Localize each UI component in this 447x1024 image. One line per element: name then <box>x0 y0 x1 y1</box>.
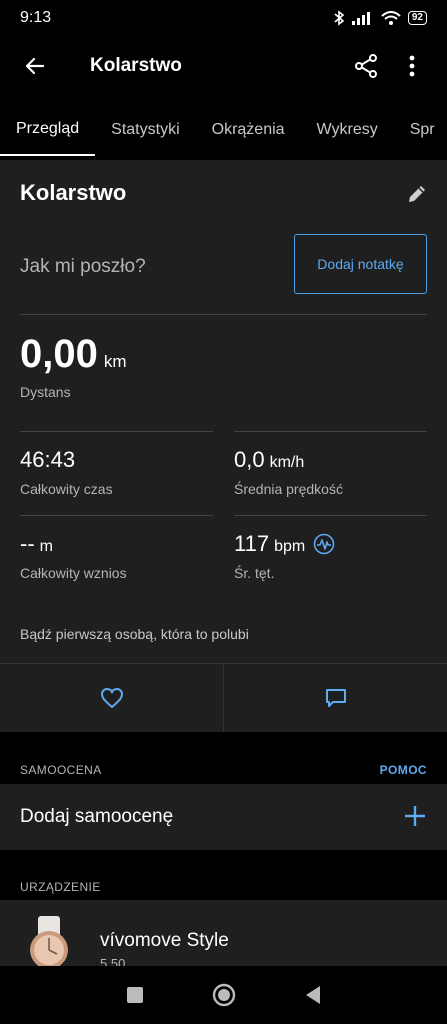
watch-icon <box>30 916 68 966</box>
stat-label: Śr. tęt. <box>234 565 275 581</box>
feeling-question: Jak mi poszło? <box>20 256 146 277</box>
add-note-button[interactable]: Dodaj notatkę <box>294 234 427 294</box>
distance-number: 0,00 <box>20 332 98 376</box>
bluetooth-icon <box>334 10 345 26</box>
stat-label: Całkowity czas <box>20 481 113 497</box>
social-action-row <box>0 663 447 732</box>
circle-icon <box>212 983 235 1007</box>
add-self-eval-label: Dodaj samoocenę <box>20 806 174 827</box>
tab-more[interactable]: Spr <box>394 104 447 156</box>
share-icon <box>355 54 377 78</box>
help-link[interactable]: POMOC <box>380 763 427 777</box>
device-section-label: URZĄDZENIE <box>20 880 101 894</box>
divider <box>234 515 427 516</box>
signal-icon <box>351 12 370 25</box>
tab-bar: Przegląd Statystyki Okrążenia Wykresy Sp… <box>0 104 447 160</box>
stat-value: 117 <box>234 531 270 556</box>
device-name: vívomove Style <box>100 930 229 951</box>
plus-icon[interactable] <box>403 804 427 828</box>
recents-button[interactable] <box>120 980 150 1010</box>
tab-stats[interactable]: Statystyki <box>95 104 195 156</box>
heart-icon <box>100 687 123 709</box>
stat-total-time: 46:43 Całkowity czas <box>20 447 113 497</box>
distance-value: 0,00 km <box>20 332 127 377</box>
arrow-left-icon <box>25 57 45 75</box>
activity-name: Kolarstwo <box>20 180 127 205</box>
back-button[interactable] <box>12 43 58 89</box>
divider <box>20 431 213 432</box>
more-options-button[interactable] <box>389 43 435 89</box>
home-button[interactable] <box>209 980 239 1010</box>
activity-summary-card: Kolarstwo Jak mi poszło? Dodaj notatkę 0… <box>0 160 447 732</box>
heart-rate-icon[interactable] <box>313 533 335 555</box>
add-self-eval-row[interactable]: Dodaj samoocenę <box>0 784 447 850</box>
stat-value: -- <box>20 531 35 556</box>
app-bar: Kolarstwo <box>0 36 447 96</box>
stat-avg-speed: 0,0 km/h Średnia prędkość <box>234 447 343 497</box>
distance-label: Dystans <box>20 384 71 400</box>
stat-avg-heart-rate: 117 bpm Śr. tęt. <box>234 531 335 581</box>
stat-unit: m <box>39 538 53 555</box>
device-row[interactable]: vívomove Style 5.50 <box>0 900 447 966</box>
stat-unit: bpm <box>274 538 306 555</box>
device-version: 5.50 <box>100 956 126 966</box>
share-button[interactable] <box>343 43 389 89</box>
stat-label: Średnia prędkość <box>234 481 343 497</box>
stat-unit: km/h <box>269 454 305 471</box>
tab-charts[interactable]: Wykresy <box>301 104 394 156</box>
page-title: Kolarstwo <box>90 55 182 76</box>
wifi-icon <box>381 11 401 25</box>
divider <box>20 515 213 516</box>
status-time: 9:13 <box>20 9 52 26</box>
battery-indicator: 92 <box>407 11 427 25</box>
pencil-icon[interactable] <box>405 182 429 206</box>
tab-laps[interactable]: Okrążenia <box>196 104 301 156</box>
distance-unit: km <box>103 352 127 371</box>
divider <box>234 431 427 432</box>
like-button[interactable] <box>0 664 223 732</box>
square-icon <box>126 987 143 1003</box>
stat-value: 46:43 <box>20 447 76 472</box>
tab-overview[interactable]: Przegląd <box>0 104 96 156</box>
system-nav-bar <box>0 966 447 1024</box>
self-eval-section-label: SAMOOCENA <box>20 763 102 777</box>
comment-button[interactable] <box>223 664 447 732</box>
more-vert-icon <box>409 55 415 77</box>
back-nav-button[interactable] <box>298 980 328 1010</box>
comment-icon <box>325 689 346 707</box>
status-bar: 9:13 92 <box>0 0 447 36</box>
divider <box>20 314 427 315</box>
likes-text: Bądź pierwszą osobą, która to polubi <box>20 626 249 642</box>
status-icons: 92 <box>333 10 427 26</box>
stat-value: 0,0 <box>234 447 265 472</box>
stat-total-ascent: -- m Całkowity wznios <box>20 531 127 581</box>
triangle-back-icon <box>305 986 320 1004</box>
stat-label: Całkowity wznios <box>20 565 127 581</box>
